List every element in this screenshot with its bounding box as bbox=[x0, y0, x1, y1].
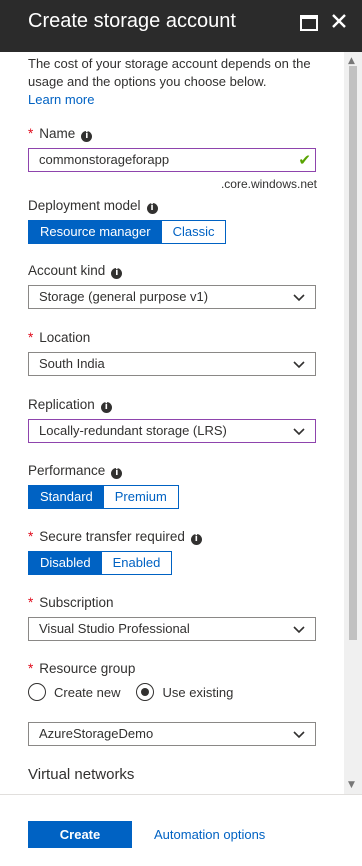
deployment-model-label: Deployment model i bbox=[28, 198, 158, 214]
replication-label-text: Replication bbox=[28, 397, 95, 412]
intro-description: The cost of your storage account depends… bbox=[28, 56, 311, 89]
chevron-down-icon bbox=[293, 731, 305, 739]
checkmark-icon: ✔ bbox=[298, 152, 311, 169]
create-new-radio[interactable]: Create new bbox=[28, 683, 120, 701]
deployment-model-label-text: Deployment model bbox=[28, 198, 141, 213]
create-new-label: Create new bbox=[54, 684, 121, 700]
location-label-text: Location bbox=[39, 330, 91, 345]
resource-group-select[interactable]: AzureStorageDemo bbox=[28, 722, 316, 746]
scroll-down-arrow-icon[interactable]: ▼ bbox=[348, 780, 355, 790]
radio-circle[interactable] bbox=[28, 683, 46, 701]
location-label: * Location bbox=[28, 330, 90, 345]
name-input-value: commonstorageforapp bbox=[39, 152, 170, 167]
resource-group-label: * Resource group bbox=[28, 661, 135, 676]
intro-text: The cost of your storage account depends… bbox=[28, 55, 323, 109]
info-icon[interactable]: i bbox=[146, 203, 158, 214]
replication-label: Replication i bbox=[28, 397, 112, 413]
blade-header: Create storage account bbox=[0, 0, 362, 52]
chevron-down-icon bbox=[293, 361, 305, 369]
scroll-thumb[interactable] bbox=[349, 66, 357, 640]
resource-manager-option[interactable]: Resource manager bbox=[29, 221, 162, 243]
chevron-down-icon bbox=[293, 294, 305, 302]
info-icon[interactable]: i bbox=[111, 468, 123, 479]
close-icon[interactable] bbox=[328, 10, 350, 32]
account-kind-label: Account kind i bbox=[28, 263, 123, 279]
chevron-down-icon bbox=[293, 626, 305, 634]
performance-label: Performance i bbox=[28, 463, 123, 479]
scroll-up-arrow-icon[interactable]: ▲ bbox=[348, 56, 355, 66]
classic-option[interactable]: Classic bbox=[162, 221, 226, 243]
chevron-down-icon bbox=[293, 428, 305, 436]
resource-group-value: AzureStorageDemo bbox=[39, 726, 154, 741]
required-asterisk: * bbox=[28, 330, 34, 345]
replication-value: Locally-redundant storage (LRS) bbox=[39, 423, 227, 438]
name-suffix: .core.windows.net bbox=[220, 177, 317, 191]
info-icon[interactable]: i bbox=[81, 131, 93, 142]
resource-group-radio-group: Create new Use existing bbox=[28, 683, 249, 701]
required-asterisk: * bbox=[28, 661, 34, 676]
resource-group-label-text: Resource group bbox=[39, 661, 136, 676]
required-asterisk: * bbox=[28, 595, 34, 610]
required-asterisk: * bbox=[28, 126, 34, 141]
location-select[interactable]: South India bbox=[28, 352, 316, 376]
enabled-option[interactable]: Enabled bbox=[102, 552, 172, 574]
maximize-icon[interactable] bbox=[297, 10, 319, 32]
account-kind-label-text: Account kind bbox=[28, 263, 106, 278]
subscription-value: Visual Studio Professional bbox=[39, 621, 190, 636]
use-existing-label: Use existing bbox=[162, 684, 234, 700]
automation-options-link[interactable]: Automation options bbox=[154, 827, 265, 842]
deployment-model-toggle: Resource manager Classic bbox=[28, 220, 227, 244]
info-icon[interactable]: i bbox=[100, 402, 112, 413]
account-kind-value: Storage (general purpose v1) bbox=[39, 289, 209, 304]
use-existing-radio[interactable]: Use existing bbox=[136, 683, 233, 701]
performance-label-text: Performance bbox=[28, 463, 106, 478]
required-asterisk: * bbox=[28, 529, 34, 544]
account-kind-select[interactable]: Storage (general purpose v1) bbox=[28, 285, 316, 309]
info-icon[interactable]: i bbox=[111, 268, 123, 279]
info-icon[interactable]: i bbox=[190, 534, 202, 545]
location-value: South India bbox=[39, 356, 105, 371]
subscription-label: * Subscription bbox=[28, 595, 114, 610]
radio-circle-selected[interactable] bbox=[136, 683, 155, 701]
name-label-text: Name bbox=[39, 126, 76, 141]
secure-transfer-label: * Secure transfer required i bbox=[28, 529, 202, 545]
form-content: The cost of your storage account depends… bbox=[0, 52, 344, 794]
subscription-select[interactable]: Visual Studio Professional bbox=[28, 617, 316, 641]
replication-select[interactable]: Locally-redundant storage (LRS) bbox=[28, 419, 316, 443]
standard-option[interactable]: Standard bbox=[29, 486, 104, 508]
subscription-label-text: Subscription bbox=[39, 595, 114, 610]
secure-transfer-toggle: Disabled Enabled bbox=[28, 551, 173, 575]
performance-toggle: Standard Premium bbox=[28, 485, 179, 509]
learn-more-link[interactable]: Learn more bbox=[28, 92, 94, 107]
secure-transfer-label-text: Secure transfer required bbox=[39, 529, 185, 544]
create-button[interactable]: Create bbox=[28, 821, 132, 848]
virtual-networks-heading: Virtual networks bbox=[28, 766, 135, 783]
blade-footer: Create Automation options bbox=[0, 794, 362, 866]
premium-option[interactable]: Premium bbox=[104, 486, 178, 508]
vertical-scrollbar[interactable]: ▲ ▼ bbox=[344, 52, 362, 794]
name-label: * Name i bbox=[28, 126, 93, 142]
blade-title: Create storage account bbox=[28, 10, 236, 32]
disabled-option[interactable]: Disabled bbox=[29, 552, 102, 574]
name-input[interactable]: commonstorageforapp ✔ bbox=[28, 148, 316, 172]
